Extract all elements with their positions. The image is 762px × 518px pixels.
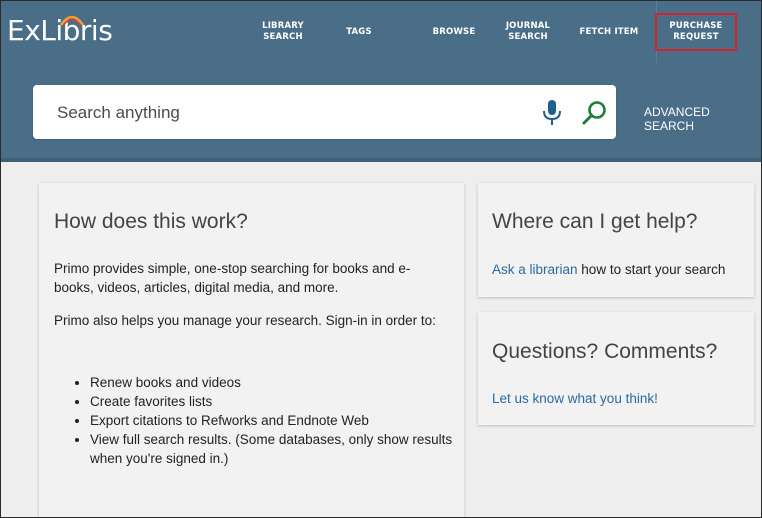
how-card-paragraph-2: Primo also helps you manage your researc… — [54, 313, 436, 328]
nav-library-search-label: LIBRARY SEARCH — [262, 21, 304, 42]
ask-a-librarian-link[interactable]: Ask a librarian — [492, 262, 578, 277]
list-item: Renew books and videos — [90, 373, 460, 392]
search-icon[interactable] — [581, 99, 609, 127]
let-us-know-link[interactable]: Let us know what you think! — [492, 391, 658, 406]
how-card-list: Renew books and videos Create favorites … — [52, 373, 460, 468]
questions-card-text: Let us know what you think! — [492, 389, 658, 408]
list-item: View full search results. (Some database… — [90, 430, 460, 468]
highlight-box: PURCHASE REQUEST — [655, 13, 737, 51]
app-frame: ExLibris LIBRARY SEARCH TAGS BROWSE JOUR… — [0, 0, 762, 518]
nav-browse-label: BROWSE — [432, 26, 476, 37]
top-navigation-bar: ExLibris LIBRARY SEARCH TAGS BROWSE JOUR… — [1, 1, 761, 63]
questions-card: Questions? Comments? Let us know what yo… — [478, 312, 754, 425]
help-card-title: Where can I get help? — [492, 210, 698, 233]
exlibris-logo[interactable]: ExLibris — [7, 15, 113, 47]
advanced-search-link[interactable]: ADVANCED SEARCH — [644, 105, 761, 133]
logo-arc-icon — [59, 15, 85, 26]
list-item: Create favorites lists — [90, 392, 460, 411]
questions-card-title: Questions? Comments? — [492, 340, 718, 363]
microphone-icon[interactable] — [541, 99, 563, 127]
how-card-title: How does this work? — [54, 210, 248, 233]
how-card-paragraph-1: Primo provides simple, one-stop searchin… — [54, 261, 411, 295]
how-does-this-work-card: How does this work? Primo provides simpl… — [39, 183, 464, 517]
list-item: Export citations to Refworks and Endnote… — [90, 411, 460, 430]
search-box — [33, 85, 616, 139]
help-card-text-rest: how to start your search — [577, 262, 726, 277]
help-card: Where can I get help? Ask a librarian ho… — [478, 183, 754, 297]
nav-purchase-request-label: PURCHASE REQUEST — [669, 21, 723, 42]
search-input[interactable] — [55, 97, 479, 129]
nav-fetch-item-label: FETCH ITEM — [579, 26, 639, 37]
nav-browse[interactable]: BROWSE — [419, 1, 489, 63]
nav-tags[interactable]: TAGS — [329, 1, 389, 63]
nav-fetch-item[interactable]: FETCH ITEM — [569, 1, 649, 63]
nav-purchase-request[interactable]: PURCHASE REQUEST — [655, 1, 737, 63]
nav-library-search[interactable]: LIBRARY SEARCH — [248, 1, 318, 63]
nav-journal-search-label: JOURNAL SEARCH — [505, 21, 551, 42]
nav-journal-search[interactable]: JOURNAL SEARCH — [493, 1, 563, 63]
help-card-text: Ask a librarian how to start your search — [492, 260, 752, 279]
nav-tags-label: TAGS — [346, 26, 372, 37]
